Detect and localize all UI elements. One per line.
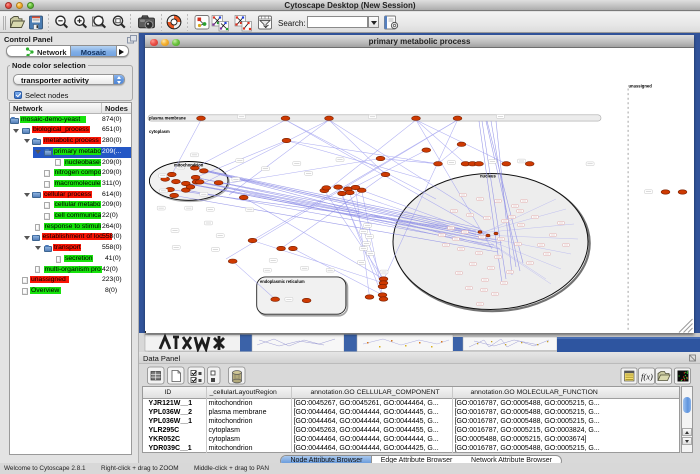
svg-text:cytoplasm: cytoplasm xyxy=(149,129,170,134)
svg-text:plasma membrane: plasma membrane xyxy=(149,115,186,120)
svg-text:f(x): f(x) xyxy=(641,372,653,382)
svg-text:endoplasmic reticulum: endoplasmic reticulum xyxy=(260,279,305,284)
svg-text:mitochondrion: mitochondrion xyxy=(174,162,204,167)
svg-text:nucleus: nucleus xyxy=(480,173,496,178)
svg-text:unassigned: unassigned xyxy=(628,83,652,88)
